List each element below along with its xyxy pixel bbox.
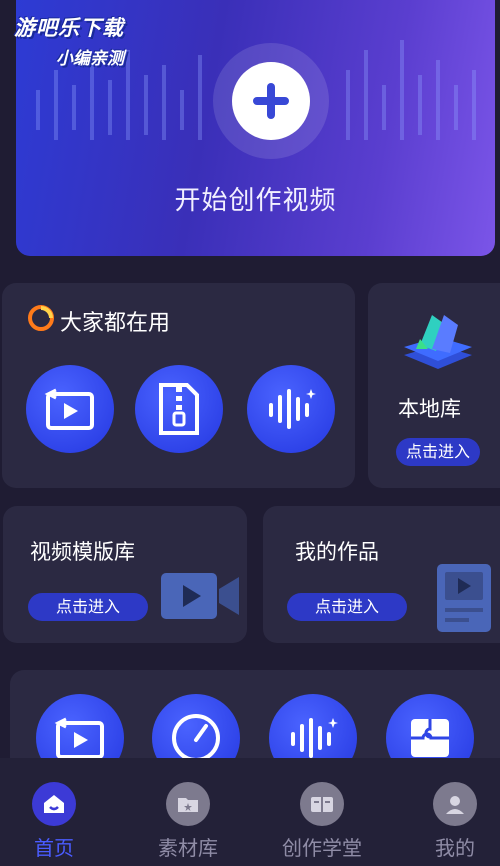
create-video-label: 开始创作视频 xyxy=(174,186,337,216)
video-playback-icon xyxy=(54,717,104,759)
watermark-line1: 游吧乐下载 xyxy=(14,16,124,40)
tab-academy-label: 创作学堂 xyxy=(282,836,362,860)
local-library-card[interactable]: 本地库 点击进入 xyxy=(368,283,500,488)
video-template-library-title: 视频模版库 xyxy=(30,540,135,564)
watermark-line2: 小编亲测 xyxy=(56,49,124,69)
my-works-title: 我的作品 xyxy=(295,540,379,564)
puzzle-icon xyxy=(411,719,449,757)
audio-wave-icon xyxy=(291,718,338,758)
tab-mine-label: 我的 xyxy=(435,836,475,860)
user-icon xyxy=(433,782,477,826)
local-library-enter-button[interactable]: 点击进入 xyxy=(396,438,480,466)
tab-home-label: 首页 xyxy=(34,836,74,860)
everyone-uses-card: 大家都在用 xyxy=(2,283,355,488)
flame-ring-icon xyxy=(28,305,54,331)
watermark: 游吧乐下载 小编亲测 xyxy=(14,12,124,69)
bottom-tab-bar: 首页 素材库 创作学堂 我的 xyxy=(0,758,500,866)
local-library-title: 本地库 xyxy=(398,397,461,421)
video-playback-icon xyxy=(44,388,94,430)
plus-icon xyxy=(253,83,289,119)
tab-academy[interactable]: 创作学堂 xyxy=(277,782,367,861)
video-camera-icon xyxy=(161,573,239,619)
audio-wave-tool[interactable] xyxy=(247,365,335,453)
zip-file-tool[interactable] xyxy=(135,365,223,453)
my-works-document-icon xyxy=(437,564,491,632)
tab-home[interactable]: 首页 xyxy=(9,782,99,861)
video-template-library-card[interactable]: 视频模版库 点击进入 xyxy=(3,506,247,643)
create-button-ring xyxy=(213,43,329,159)
zip-file-icon xyxy=(159,383,199,435)
book-icon xyxy=(300,782,344,826)
video-template-enter-button[interactable]: 点击进入 xyxy=(28,593,148,621)
audio-wave-icon xyxy=(269,389,316,429)
tab-mine[interactable]: 我的 xyxy=(410,782,500,861)
local-library-icon xyxy=(404,315,472,369)
tab-materials[interactable]: 素材库 xyxy=(143,782,233,861)
create-plus-button[interactable] xyxy=(232,62,310,140)
my-works-enter-button[interactable]: 点击进入 xyxy=(287,593,407,621)
everyone-uses-title: 大家都在用 xyxy=(60,311,171,336)
my-works-card[interactable]: 我的作品 点击进入 xyxy=(263,506,500,643)
folder-icon xyxy=(166,782,210,826)
tab-materials-label: 素材库 xyxy=(158,836,218,860)
video-playback-tool[interactable] xyxy=(26,365,114,453)
home-icon xyxy=(32,782,76,826)
